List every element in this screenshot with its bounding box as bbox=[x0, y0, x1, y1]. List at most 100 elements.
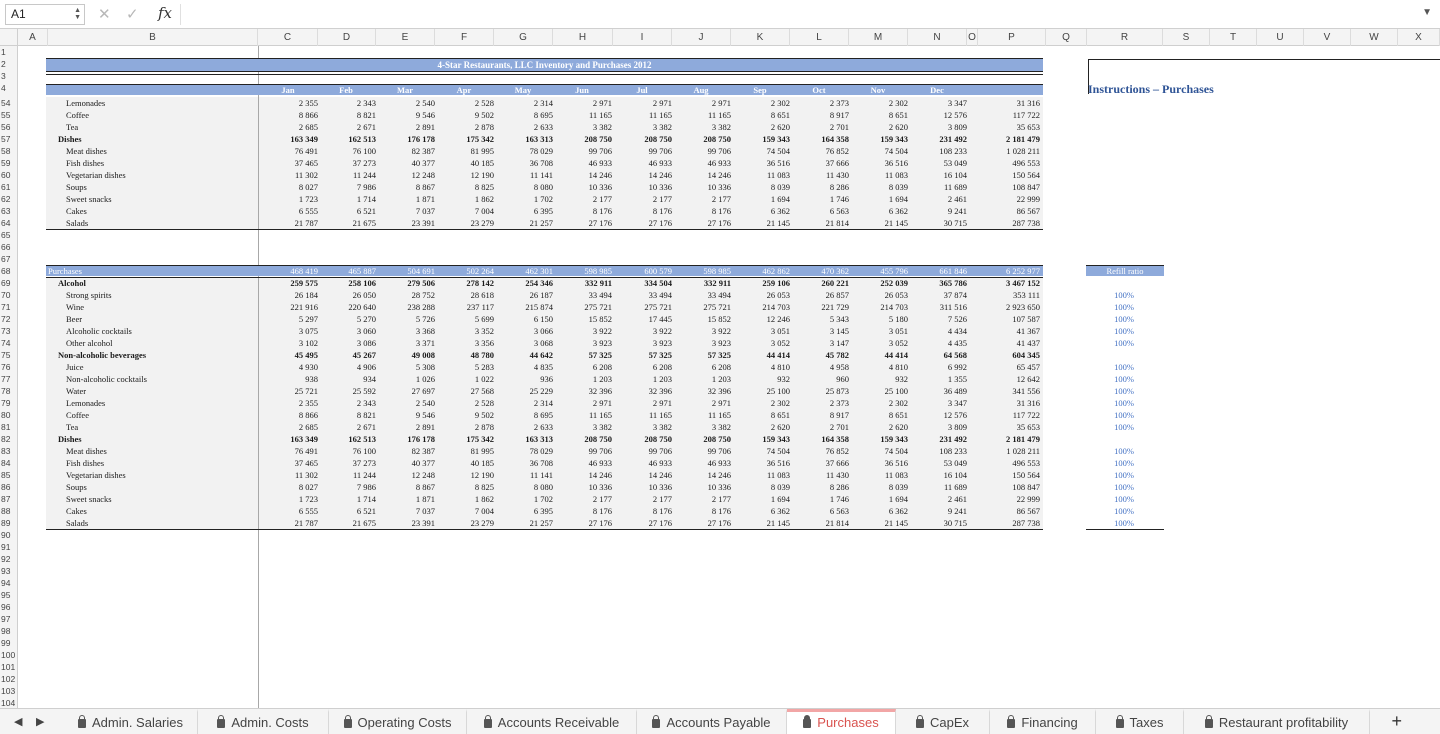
value-cell-dec[interactable]: 11 689 bbox=[909, 481, 967, 493]
value-cell-mar[interactable]: 28 752 bbox=[377, 289, 435, 301]
value-cell-jan[interactable]: 26 184 bbox=[260, 289, 318, 301]
value-cell-oct[interactable]: 26 857 bbox=[791, 289, 849, 301]
value-cell-oct[interactable]: 1 746 bbox=[791, 193, 849, 205]
value-cell-feb[interactable]: 2 343 bbox=[318, 397, 376, 409]
value-cell-jul[interactable]: 17 445 bbox=[614, 313, 672, 325]
total-cell[interactable]: 2 181 479 bbox=[982, 433, 1040, 445]
value-cell-nov[interactable]: 3 051 bbox=[850, 325, 908, 337]
column-header-d[interactable]: D bbox=[318, 29, 376, 46]
row-label[interactable]: Alcohol bbox=[58, 277, 86, 289]
purchases-total-cell[interactable]: 468 419 bbox=[260, 265, 318, 277]
value-cell-jul[interactable]: 2 971 bbox=[614, 397, 672, 409]
value-cell-jun[interactable]: 2 177 bbox=[554, 193, 612, 205]
value-cell-aug[interactable]: 99 706 bbox=[673, 145, 731, 157]
value-cell-feb[interactable]: 162 513 bbox=[318, 133, 376, 145]
value-cell-may[interactable]: 44 642 bbox=[495, 349, 553, 361]
value-cell-feb[interactable]: 37 273 bbox=[318, 157, 376, 169]
total-cell[interactable]: 1 028 211 bbox=[982, 445, 1040, 457]
refill-ratio-cell[interactable]: 100% bbox=[1094, 457, 1154, 469]
value-cell-dec[interactable]: 16 104 bbox=[909, 469, 967, 481]
value-cell-jul[interactable]: 208 750 bbox=[614, 433, 672, 445]
value-cell-jul[interactable]: 208 750 bbox=[614, 133, 672, 145]
value-cell-feb[interactable]: 2 671 bbox=[318, 121, 376, 133]
value-cell-mar[interactable]: 82 387 bbox=[377, 145, 435, 157]
row-header-65[interactable]: 65 bbox=[0, 229, 18, 241]
row-header-62[interactable]: 62 bbox=[0, 193, 18, 205]
row-header-54[interactable]: 54 bbox=[0, 97, 18, 109]
value-cell-mar[interactable]: 9 546 bbox=[377, 109, 435, 121]
value-cell-nov[interactable]: 21 145 bbox=[850, 217, 908, 229]
row-header-83[interactable]: 83 bbox=[0, 445, 18, 457]
value-cell-aug[interactable]: 46 933 bbox=[673, 457, 731, 469]
value-cell-jun[interactable]: 10 336 bbox=[554, 181, 612, 193]
total-cell[interactable]: 65 457 bbox=[982, 361, 1040, 373]
value-cell-aug[interactable]: 3 382 bbox=[673, 121, 731, 133]
total-cell[interactable]: 22 999 bbox=[982, 193, 1040, 205]
value-cell-feb[interactable]: 76 100 bbox=[318, 445, 376, 457]
value-cell-dec[interactable]: 12 576 bbox=[909, 109, 967, 121]
value-cell-jul[interactable]: 27 176 bbox=[614, 517, 672, 529]
column-header-w[interactable]: W bbox=[1351, 29, 1398, 46]
row-header-63[interactable]: 63 bbox=[0, 205, 18, 217]
value-cell-may[interactable]: 2 633 bbox=[495, 421, 553, 433]
value-cell-mar[interactable]: 2 540 bbox=[377, 97, 435, 109]
purchases-total-cell[interactable]: 6 252 977 bbox=[982, 265, 1040, 277]
value-cell-dec[interactable]: 4 435 bbox=[909, 337, 967, 349]
value-cell-dec[interactable]: 7 526 bbox=[909, 313, 967, 325]
value-cell-sep[interactable]: 3 051 bbox=[732, 325, 790, 337]
purchases-total-cell[interactable]: 465 887 bbox=[318, 265, 376, 277]
value-cell-nov[interactable]: 26 053 bbox=[850, 289, 908, 301]
value-cell-dec[interactable]: 64 568 bbox=[909, 349, 967, 361]
value-cell-sep[interactable]: 4 810 bbox=[732, 361, 790, 373]
value-cell-sep[interactable]: 8 651 bbox=[732, 109, 790, 121]
value-cell-feb[interactable]: 3 086 bbox=[318, 337, 376, 349]
value-cell-jul[interactable]: 57 325 bbox=[614, 349, 672, 361]
column-header-u[interactable]: U bbox=[1257, 29, 1304, 46]
row-header-72[interactable]: 72 bbox=[0, 313, 18, 325]
row-label[interactable]: Lemonades bbox=[66, 97, 105, 109]
value-cell-may[interactable]: 3 068 bbox=[495, 337, 553, 349]
value-cell-feb[interactable]: 11 244 bbox=[318, 169, 376, 181]
row-header-69[interactable]: 69 bbox=[0, 277, 18, 289]
value-cell-jul[interactable]: 11 165 bbox=[614, 409, 672, 421]
row-header-78[interactable]: 78 bbox=[0, 385, 18, 397]
value-cell-may[interactable]: 254 346 bbox=[495, 277, 553, 289]
value-cell-jan[interactable]: 6 555 bbox=[260, 205, 318, 217]
purchases-total-cell[interactable]: 504 691 bbox=[377, 265, 435, 277]
value-cell-sep[interactable]: 8 039 bbox=[732, 481, 790, 493]
value-cell-nov[interactable]: 8 651 bbox=[850, 109, 908, 121]
value-cell-nov[interactable]: 252 039 bbox=[850, 277, 908, 289]
value-cell-feb[interactable]: 11 244 bbox=[318, 469, 376, 481]
value-cell-oct[interactable]: 3 145 bbox=[791, 325, 849, 337]
value-cell-dec[interactable]: 365 786 bbox=[909, 277, 967, 289]
value-cell-may[interactable]: 36 708 bbox=[495, 157, 553, 169]
value-cell-nov[interactable]: 2 302 bbox=[850, 97, 908, 109]
value-cell-sep[interactable]: 3 052 bbox=[732, 337, 790, 349]
value-cell-nov[interactable]: 21 145 bbox=[850, 517, 908, 529]
value-cell-jul[interactable]: 2 971 bbox=[614, 97, 672, 109]
value-cell-apr[interactable]: 1 862 bbox=[436, 193, 494, 205]
value-cell-aug[interactable]: 14 246 bbox=[673, 469, 731, 481]
value-cell-sep[interactable]: 21 145 bbox=[732, 517, 790, 529]
row-header-97[interactable]: 97 bbox=[0, 613, 18, 625]
row-header-92[interactable]: 92 bbox=[0, 553, 18, 565]
value-cell-mar[interactable]: 1 871 bbox=[377, 193, 435, 205]
purchases-total-cell[interactable]: 600 579 bbox=[614, 265, 672, 277]
purchases-header-label[interactable]: Purchases bbox=[48, 265, 82, 277]
value-cell-jun[interactable]: 6 208 bbox=[554, 361, 612, 373]
value-cell-may[interactable]: 3 066 bbox=[495, 325, 553, 337]
row-header-91[interactable]: 91 bbox=[0, 541, 18, 553]
total-cell[interactable]: 496 553 bbox=[982, 457, 1040, 469]
value-cell-dec[interactable]: 11 689 bbox=[909, 181, 967, 193]
value-cell-jun[interactable]: 8 176 bbox=[554, 205, 612, 217]
value-cell-nov[interactable]: 44 414 bbox=[850, 349, 908, 361]
value-cell-dec[interactable]: 4 434 bbox=[909, 325, 967, 337]
value-cell-may[interactable]: 11 141 bbox=[495, 469, 553, 481]
value-cell-jun[interactable]: 208 750 bbox=[554, 433, 612, 445]
value-cell-feb[interactable]: 8 821 bbox=[318, 409, 376, 421]
row-label[interactable]: Wine bbox=[66, 301, 84, 313]
value-cell-jan[interactable]: 11 302 bbox=[260, 469, 318, 481]
row-label[interactable]: Dishes bbox=[58, 433, 82, 445]
value-cell-dec[interactable]: 311 516 bbox=[909, 301, 967, 313]
value-cell-may[interactable]: 25 229 bbox=[495, 385, 553, 397]
